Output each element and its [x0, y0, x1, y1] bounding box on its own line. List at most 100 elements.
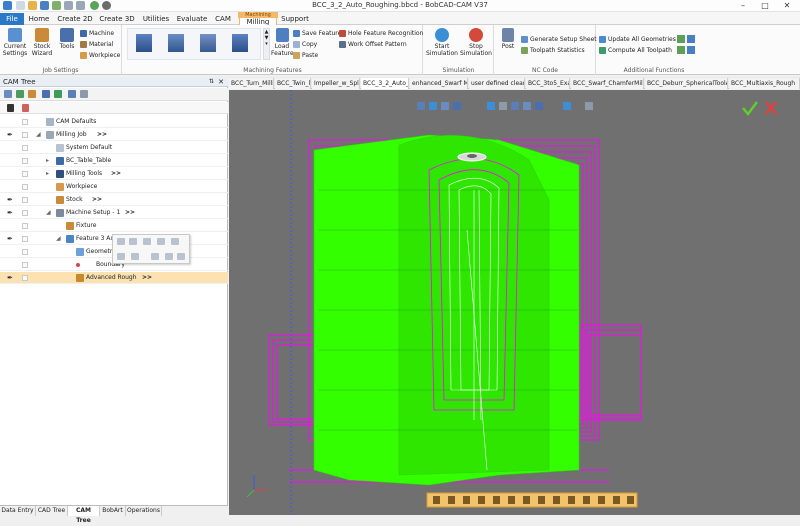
rewind-icon[interactable]	[433, 496, 440, 504]
step-back-icon[interactable]	[448, 496, 455, 504]
mini-tag-icon[interactable]	[151, 253, 159, 260]
mini-pencil-icon[interactable]	[129, 238, 137, 245]
pin-panel-icon[interactable]: ⇅	[209, 77, 214, 87]
select-icon[interactable]	[417, 102, 425, 110]
tree-tool-icon-1[interactable]	[4, 90, 12, 98]
extra-tool-icon-3[interactable]	[677, 46, 685, 54]
tree-item-stock[interactable]: ✒ Stock >>	[0, 194, 228, 206]
collapse-icon[interactable]: ◢	[36, 130, 41, 140]
feature-3axis-icon[interactable]	[168, 34, 184, 52]
tree-checkbox[interactable]	[22, 132, 28, 138]
cancel-icon[interactable]	[765, 101, 777, 115]
grid-toggle-icon[interactable]	[22, 104, 29, 112]
view-iso-icon[interactable]	[499, 102, 507, 110]
tree-tool-icon-2[interactable]	[16, 90, 24, 98]
feature-2axis-icon[interactable]	[136, 34, 152, 52]
tree-checkbox[interactable]	[22, 275, 28, 281]
save-feature-button[interactable]: Save Feature	[293, 29, 341, 38]
view-front-icon[interactable]	[511, 102, 519, 110]
loop-icon[interactable]	[553, 496, 560, 504]
mini-delete-icon[interactable]	[177, 253, 185, 260]
tree-checkbox[interactable]	[22, 158, 28, 164]
stock-wizard-button[interactable]: Stock Wizard	[30, 28, 54, 57]
mini-list-icon[interactable]	[131, 253, 139, 260]
maximize-button[interactable]: □	[754, 0, 776, 12]
tools-button[interactable]: Tools	[56, 28, 78, 50]
mini-move-icon[interactable]	[117, 253, 125, 260]
tree-checkbox[interactable]	[22, 249, 28, 255]
settings-view-icon[interactable]	[585, 102, 593, 110]
tree-item-system-default[interactable]: System Default	[0, 142, 228, 154]
work-offset-button[interactable]: Work Offset Pattern	[339, 40, 407, 49]
mini-edit-icon[interactable]	[117, 238, 125, 245]
collapse-icon[interactable]: ◢	[56, 234, 61, 244]
step-forward-icon[interactable]	[508, 496, 515, 504]
setup-sheet-button[interactable]: Generate Setup Sheet	[521, 35, 597, 44]
doc-tab-2[interactable]: BCC_Twin_ls	[275, 78, 311, 89]
play-icon[interactable]	[493, 496, 500, 504]
stop-simulation-button[interactable]: Stop Simulation	[460, 28, 492, 57]
doc-tab-8[interactable]: BCC_Swarf_ChamferMill_	[571, 78, 644, 89]
end-icon[interactable]	[538, 496, 545, 504]
material-button[interactable]: Material	[80, 40, 113, 49]
mini-refresh-icon[interactable]	[171, 238, 179, 245]
expand-icon[interactable]: ▸	[46, 156, 49, 166]
pin-icon[interactable]: ✒	[7, 131, 13, 139]
shade-icon[interactable]	[535, 102, 543, 110]
feature-5axis-icon[interactable]	[232, 34, 248, 52]
feature-4axis-icon[interactable]	[200, 34, 216, 52]
tree-item-workpiece[interactable]: Workpiece	[0, 181, 228, 193]
mini-copy-icon[interactable]	[165, 253, 173, 260]
tab-support[interactable]: Support	[281, 13, 309, 25]
tab-home[interactable]: Home	[27, 13, 51, 25]
extra-tool-icon-1[interactable]	[677, 35, 685, 43]
start-simulation-button[interactable]: Start Simulation	[426, 28, 458, 57]
doc-tab-10[interactable]: BCC_Multiaxis_Rough	[729, 78, 800, 89]
tab-create-3d[interactable]: Create 3D	[98, 13, 136, 25]
pin-icon[interactable]: ✒	[7, 209, 13, 217]
stock-view-icon[interactable]	[598, 496, 605, 504]
tree-checkbox[interactable]	[22, 223, 28, 229]
tree-item-machine-setup[interactable]: ✒ ◢ Machine Setup - 1 >>	[0, 207, 228, 219]
pan-icon[interactable]	[453, 102, 461, 110]
update-geometries-button[interactable]: Update All Geometries	[599, 35, 676, 44]
extra-tool-icon-2[interactable]	[687, 35, 695, 43]
post-button[interactable]: Post	[497, 28, 519, 50]
tree-item-fixture[interactable]: Fixture	[0, 220, 228, 232]
tree-checkbox[interactable]	[22, 210, 28, 216]
machine-button[interactable]: Machine	[80, 29, 114, 38]
toolpath-stats-button[interactable]: Toolpath Statistics	[521, 46, 585, 55]
tree-checkbox[interactable]	[22, 184, 28, 190]
play-back-icon[interactable]	[463, 496, 470, 504]
tree-tool-icon-3[interactable]	[28, 90, 36, 98]
speed-icon[interactable]	[568, 496, 575, 504]
paste-button[interactable]: Paste	[293, 51, 318, 60]
doc-tab-7[interactable]: BCC_3to5_Exa	[526, 78, 570, 89]
tree-checkbox[interactable]	[22, 119, 28, 125]
load-feature-button[interactable]: Load Feature	[271, 28, 294, 57]
pin-icon[interactable]: ✒	[7, 196, 13, 204]
tree-checkbox[interactable]	[22, 171, 28, 177]
mini-redo-icon[interactable]	[157, 238, 165, 245]
tree-tool-icon-4[interactable]	[42, 90, 50, 98]
pause-icon[interactable]	[478, 496, 485, 504]
rotate-icon[interactable]	[441, 102, 449, 110]
settings-sim-icon[interactable]	[627, 496, 634, 504]
tab-evaluate[interactable]: Evaluate	[176, 13, 208, 25]
tree-tool-icon-6[interactable]	[68, 90, 76, 98]
fast-forward-icon[interactable]	[523, 496, 530, 504]
tree-item-milling-job[interactable]: ✒ ◢ Milling Job >>	[0, 129, 228, 141]
collapse-icon[interactable]: ◢	[46, 208, 51, 218]
workpiece-button[interactable]: Workpiece	[80, 51, 120, 60]
visibility-toggle-icon[interactable]	[7, 104, 14, 112]
compute-toolpath-button[interactable]: Compute All Toolpath	[599, 46, 672, 55]
layer-icon[interactable]	[563, 102, 571, 110]
gallery-scroll[interactable]: ▲ ▼ ▾	[263, 28, 270, 60]
fit-icon[interactable]	[487, 102, 495, 110]
minimize-button[interactable]: –	[732, 0, 754, 12]
doc-tab-5[interactable]: enhanced_Swarf Mi	[410, 78, 468, 89]
doc-tab-3[interactable]: Impeller_w_Split	[312, 78, 360, 89]
tree-item-machine[interactable]: ▸ BC_Table_Table	[0, 155, 228, 167]
zoom-icon[interactable]	[429, 102, 437, 110]
current-settings-button[interactable]: Current Settings	[2, 28, 28, 57]
